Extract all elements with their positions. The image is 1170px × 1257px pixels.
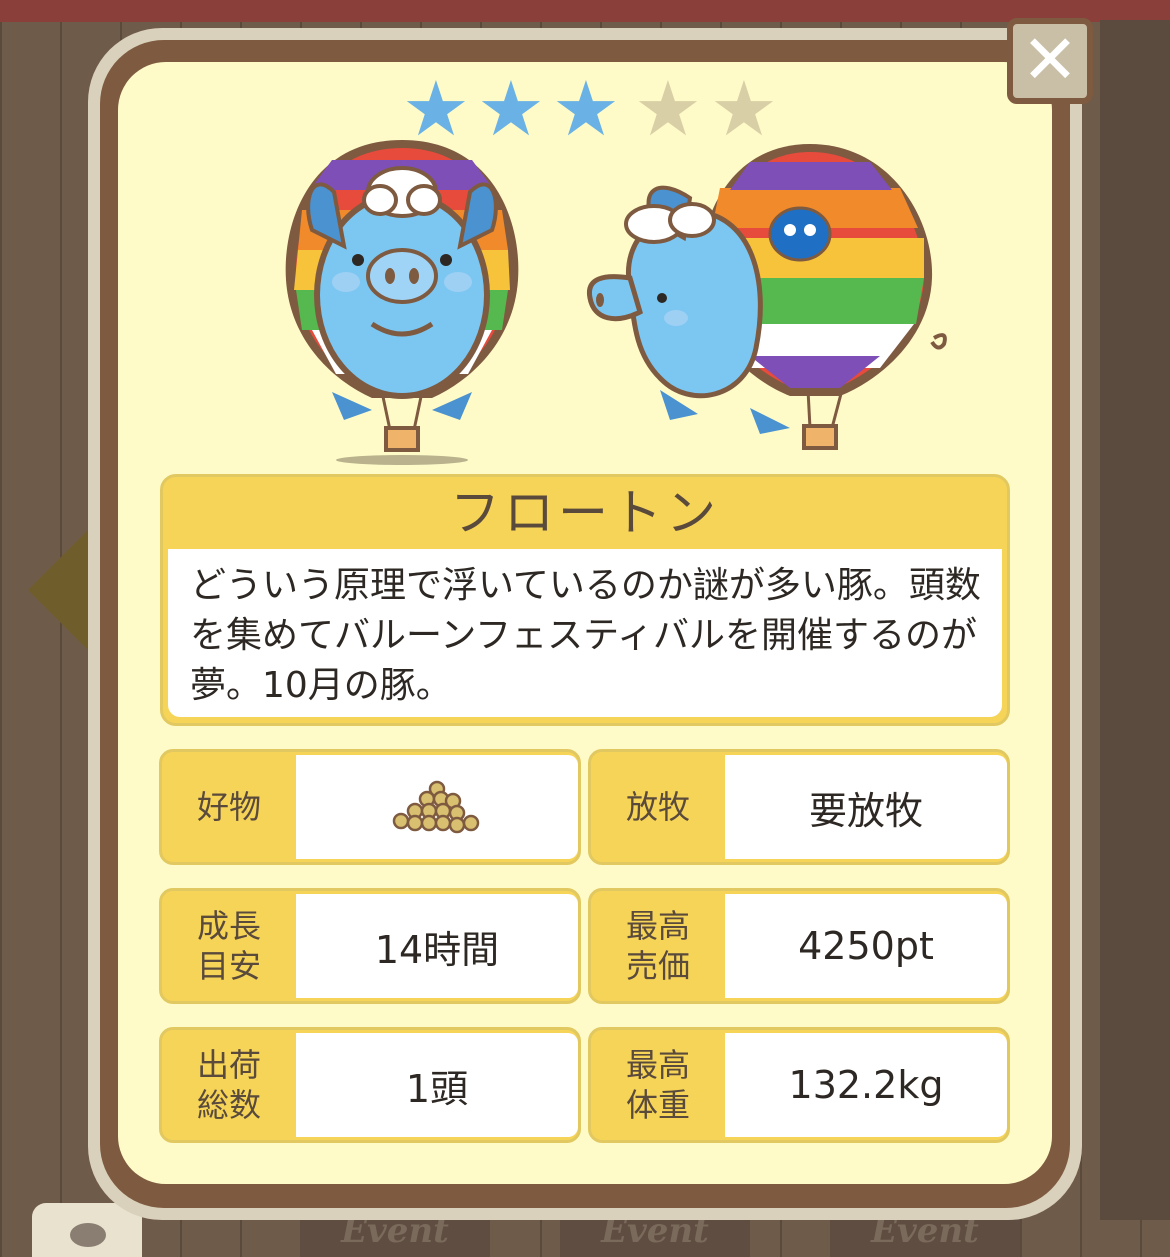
stat-label: 成長 目安	[196, 907, 261, 985]
pig-info-panel: フロートン どういう原理で浮いているのか謎が多い豚。頭数を集めてバルーンフェステ…	[160, 474, 1010, 726]
beans-pile-icon	[392, 780, 480, 834]
stat-label: 最高 売価	[625, 907, 690, 985]
stat-label: 出荷 総数	[196, 1046, 261, 1124]
stat-favorite-food: 好物	[159, 749, 581, 865]
stat-value: 1頭	[296, 1033, 578, 1137]
stat-value: 14時間	[296, 894, 578, 998]
close-button[interactable]: ✕	[1007, 18, 1093, 104]
stat-label: 最高 体重	[625, 1046, 690, 1124]
stat-value	[296, 755, 578, 859]
stat-growth-time: 成長 目安 14時間	[159, 888, 581, 1004]
pig-side-view-illustration	[586, 144, 947, 450]
tab-pig[interactable]	[32, 1203, 142, 1257]
background-book-page	[1100, 20, 1170, 1220]
stat-label: 好物	[196, 788, 261, 826]
stat-value: 要放牧	[725, 755, 1007, 859]
close-icon: ✕	[1021, 21, 1079, 100]
stat-label: 放牧	[625, 788, 690, 826]
stat-value: 132.2kg	[725, 1033, 1007, 1137]
stat-shipped-total: 出荷 総数 1頭	[159, 1027, 581, 1143]
pig-description-box: どういう原理で浮いているのか謎が多い豚。頭数を集めてバルーンフェスティバルを開催…	[168, 549, 1002, 717]
pig-front-view-illustration	[285, 140, 519, 465]
stat-max-price: 最高 売価 4250pt	[588, 888, 1010, 1004]
background-top-strip	[0, 0, 1170, 22]
stat-max-weight: 最高 体重 132.2kg	[588, 1027, 1010, 1143]
stat-grazing: 放牧 要放牧	[588, 749, 1010, 865]
pig-description: どういう原理で浮いているのか謎が多い豚。頭数を集めてバルーンフェスティバルを開催…	[190, 565, 981, 706]
pig-name: フロートン	[450, 484, 720, 542]
stat-value: 4250pt	[725, 894, 1007, 998]
pig-nose-icon	[70, 1223, 106, 1247]
